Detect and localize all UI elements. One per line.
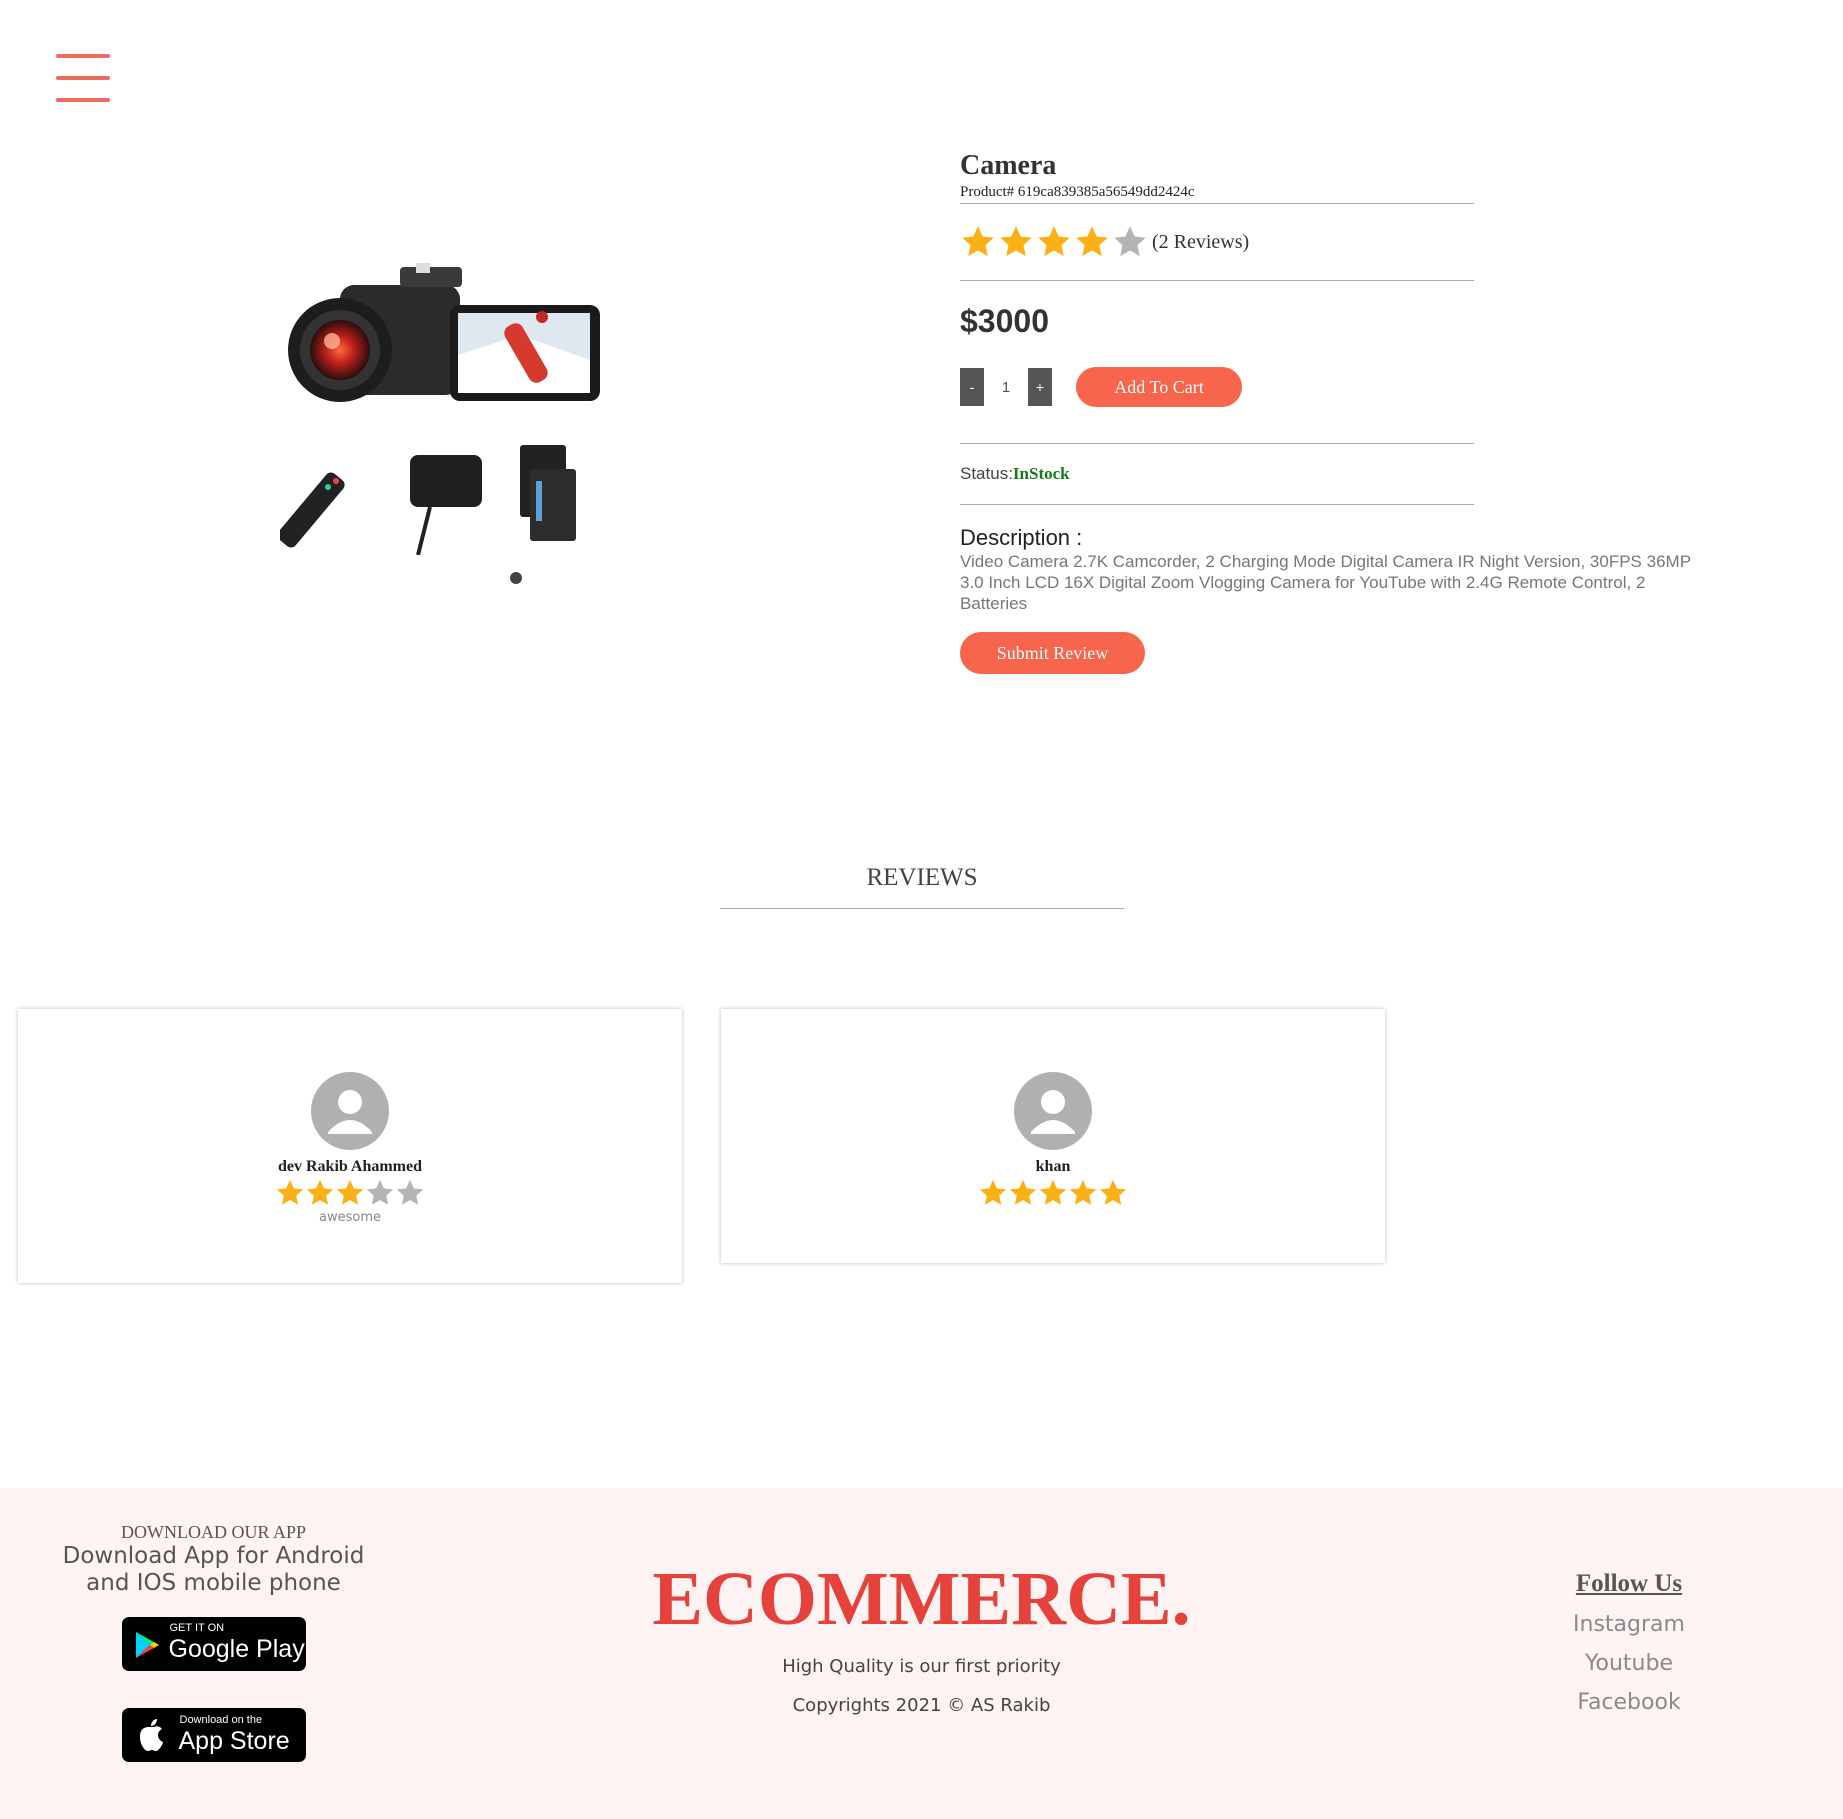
follow-us-title: Follow Us — [1575, 1570, 1683, 1597]
camcorder-product-image — [280, 263, 600, 555]
menu-bar — [56, 76, 110, 80]
user-avatar-icon — [1014, 1072, 1092, 1150]
divider — [960, 280, 1474, 281]
star-filled-icon — [979, 1179, 1007, 1205]
quantity-decrement-button[interactable]: - — [960, 368, 984, 406]
star-filled-icon — [1000, 226, 1032, 257]
brand-section: ECOMMERCE. High Quality is our first pri… — [560, 1556, 1283, 1716]
google-play-small-text: GET IT ON — [169, 1622, 225, 1634]
star-filled-icon — [1099, 1179, 1127, 1205]
reviewer-name: khan — [1035, 1158, 1071, 1175]
star-empty-icon — [1114, 226, 1146, 257]
reviews-heading: REVIEWS — [720, 864, 1124, 909]
app-text: Download App for Android and IOS mobile … — [62, 1543, 365, 1596]
user-avatar-icon — [311, 1072, 389, 1150]
product-rating: (2 Reviews) — [960, 224, 1474, 260]
app-store-badge[interactable]: Download on the App Store — [121, 1708, 306, 1762]
app-store-small-text: Download on the — [179, 1714, 263, 1726]
product-id-value: 619ca839385a56549dd2424c — [1017, 184, 1195, 200]
brand-logo-text: ECOMMERCE. — [652, 1557, 1191, 1641]
status-value: InStock — [1012, 464, 1070, 483]
review-comment: awesome — [319, 1210, 381, 1225]
follow-us-section: Follow Us Instagram Youtube Facebook — [1520, 1570, 1738, 1715]
star-filled-icon — [276, 1179, 304, 1205]
divider — [960, 443, 1474, 444]
star-filled-icon — [1039, 1179, 1067, 1205]
star-filled-icon — [962, 226, 994, 257]
product-id-label: Product# — [960, 184, 1015, 200]
star-filled-icon — [1009, 1179, 1037, 1205]
footer: DOWNLOAD OUR APP Download App for Androi… — [0, 1488, 1843, 1819]
google-play-badge[interactable]: GET IT ON Google Play — [121, 1617, 306, 1671]
product-stars — [960, 224, 1150, 260]
star-empty-icon — [366, 1179, 394, 1205]
description-text: Video Camera 2.7K Camcorder, 2 Charging … — [960, 552, 1691, 613]
star-empty-icon — [396, 1179, 424, 1205]
google-play-icon — [135, 1632, 159, 1658]
star-filled-icon — [1076, 226, 1108, 257]
carousel-dot[interactable] — [510, 572, 522, 584]
product-title: Camera — [960, 150, 1057, 181]
status-label: Status: — [960, 464, 1013, 483]
menu-bar — [56, 54, 110, 58]
app-heading: DOWNLOAD OUR APP — [120, 1522, 306, 1542]
add-to-cart-button[interactable]: Add To Cart — [1076, 367, 1242, 407]
star-filled-icon — [1069, 1179, 1097, 1205]
star-filled-icon — [336, 1179, 364, 1205]
quantity-increment-button[interactable]: + — [1028, 368, 1052, 406]
hamburger-menu-icon[interactable] — [56, 54, 110, 102]
download-app-section: DOWNLOAD OUR APP Download App for Androi… — [50, 1522, 377, 1762]
instagram-link[interactable]: Instagram — [1520, 1612, 1738, 1637]
facebook-link[interactable]: Facebook — [1520, 1690, 1738, 1715]
menu-bar — [56, 98, 110, 102]
reviews-count: (2 Reviews) — [1152, 230, 1250, 253]
app-store-big-text: App Store — [178, 1727, 290, 1755]
review-stars — [18, 1178, 682, 1208]
youtube-link[interactable]: Youtube — [1520, 1651, 1738, 1676]
review-card: dev Rakib Ahammed awesome — [18, 1009, 682, 1283]
apple-icon — [139, 1719, 163, 1751]
stock-status: Status:InStock — [960, 464, 1474, 486]
product-details: Camera Product# 619ca839385a56549dd2424c… — [960, 150, 1691, 674]
star-filled-icon — [1038, 226, 1070, 257]
reviewer-name: dev Rakib Ahammed — [277, 1158, 423, 1175]
copyright: Copyrights 2021 © AS Rakib — [792, 1695, 1051, 1716]
cart-controls: - + Add To Cart — [960, 367, 1474, 407]
product-price: $3000 — [960, 303, 1049, 339]
review-card: khan — [721, 1009, 1385, 1263]
product-id: Product# 619ca839385a56549dd2424c — [960, 184, 1474, 204]
quantity-input[interactable] — [984, 367, 1028, 407]
review-stars — [721, 1178, 1385, 1208]
tagline: High Quality is our first priority — [782, 1656, 1061, 1677]
description-title: Description : — [960, 525, 1083, 550]
submit-review-button[interactable]: Submit Review — [960, 632, 1145, 674]
star-filled-icon — [306, 1179, 334, 1205]
google-play-big-text: Google Play — [168, 1635, 305, 1663]
divider — [960, 504, 1474, 505]
